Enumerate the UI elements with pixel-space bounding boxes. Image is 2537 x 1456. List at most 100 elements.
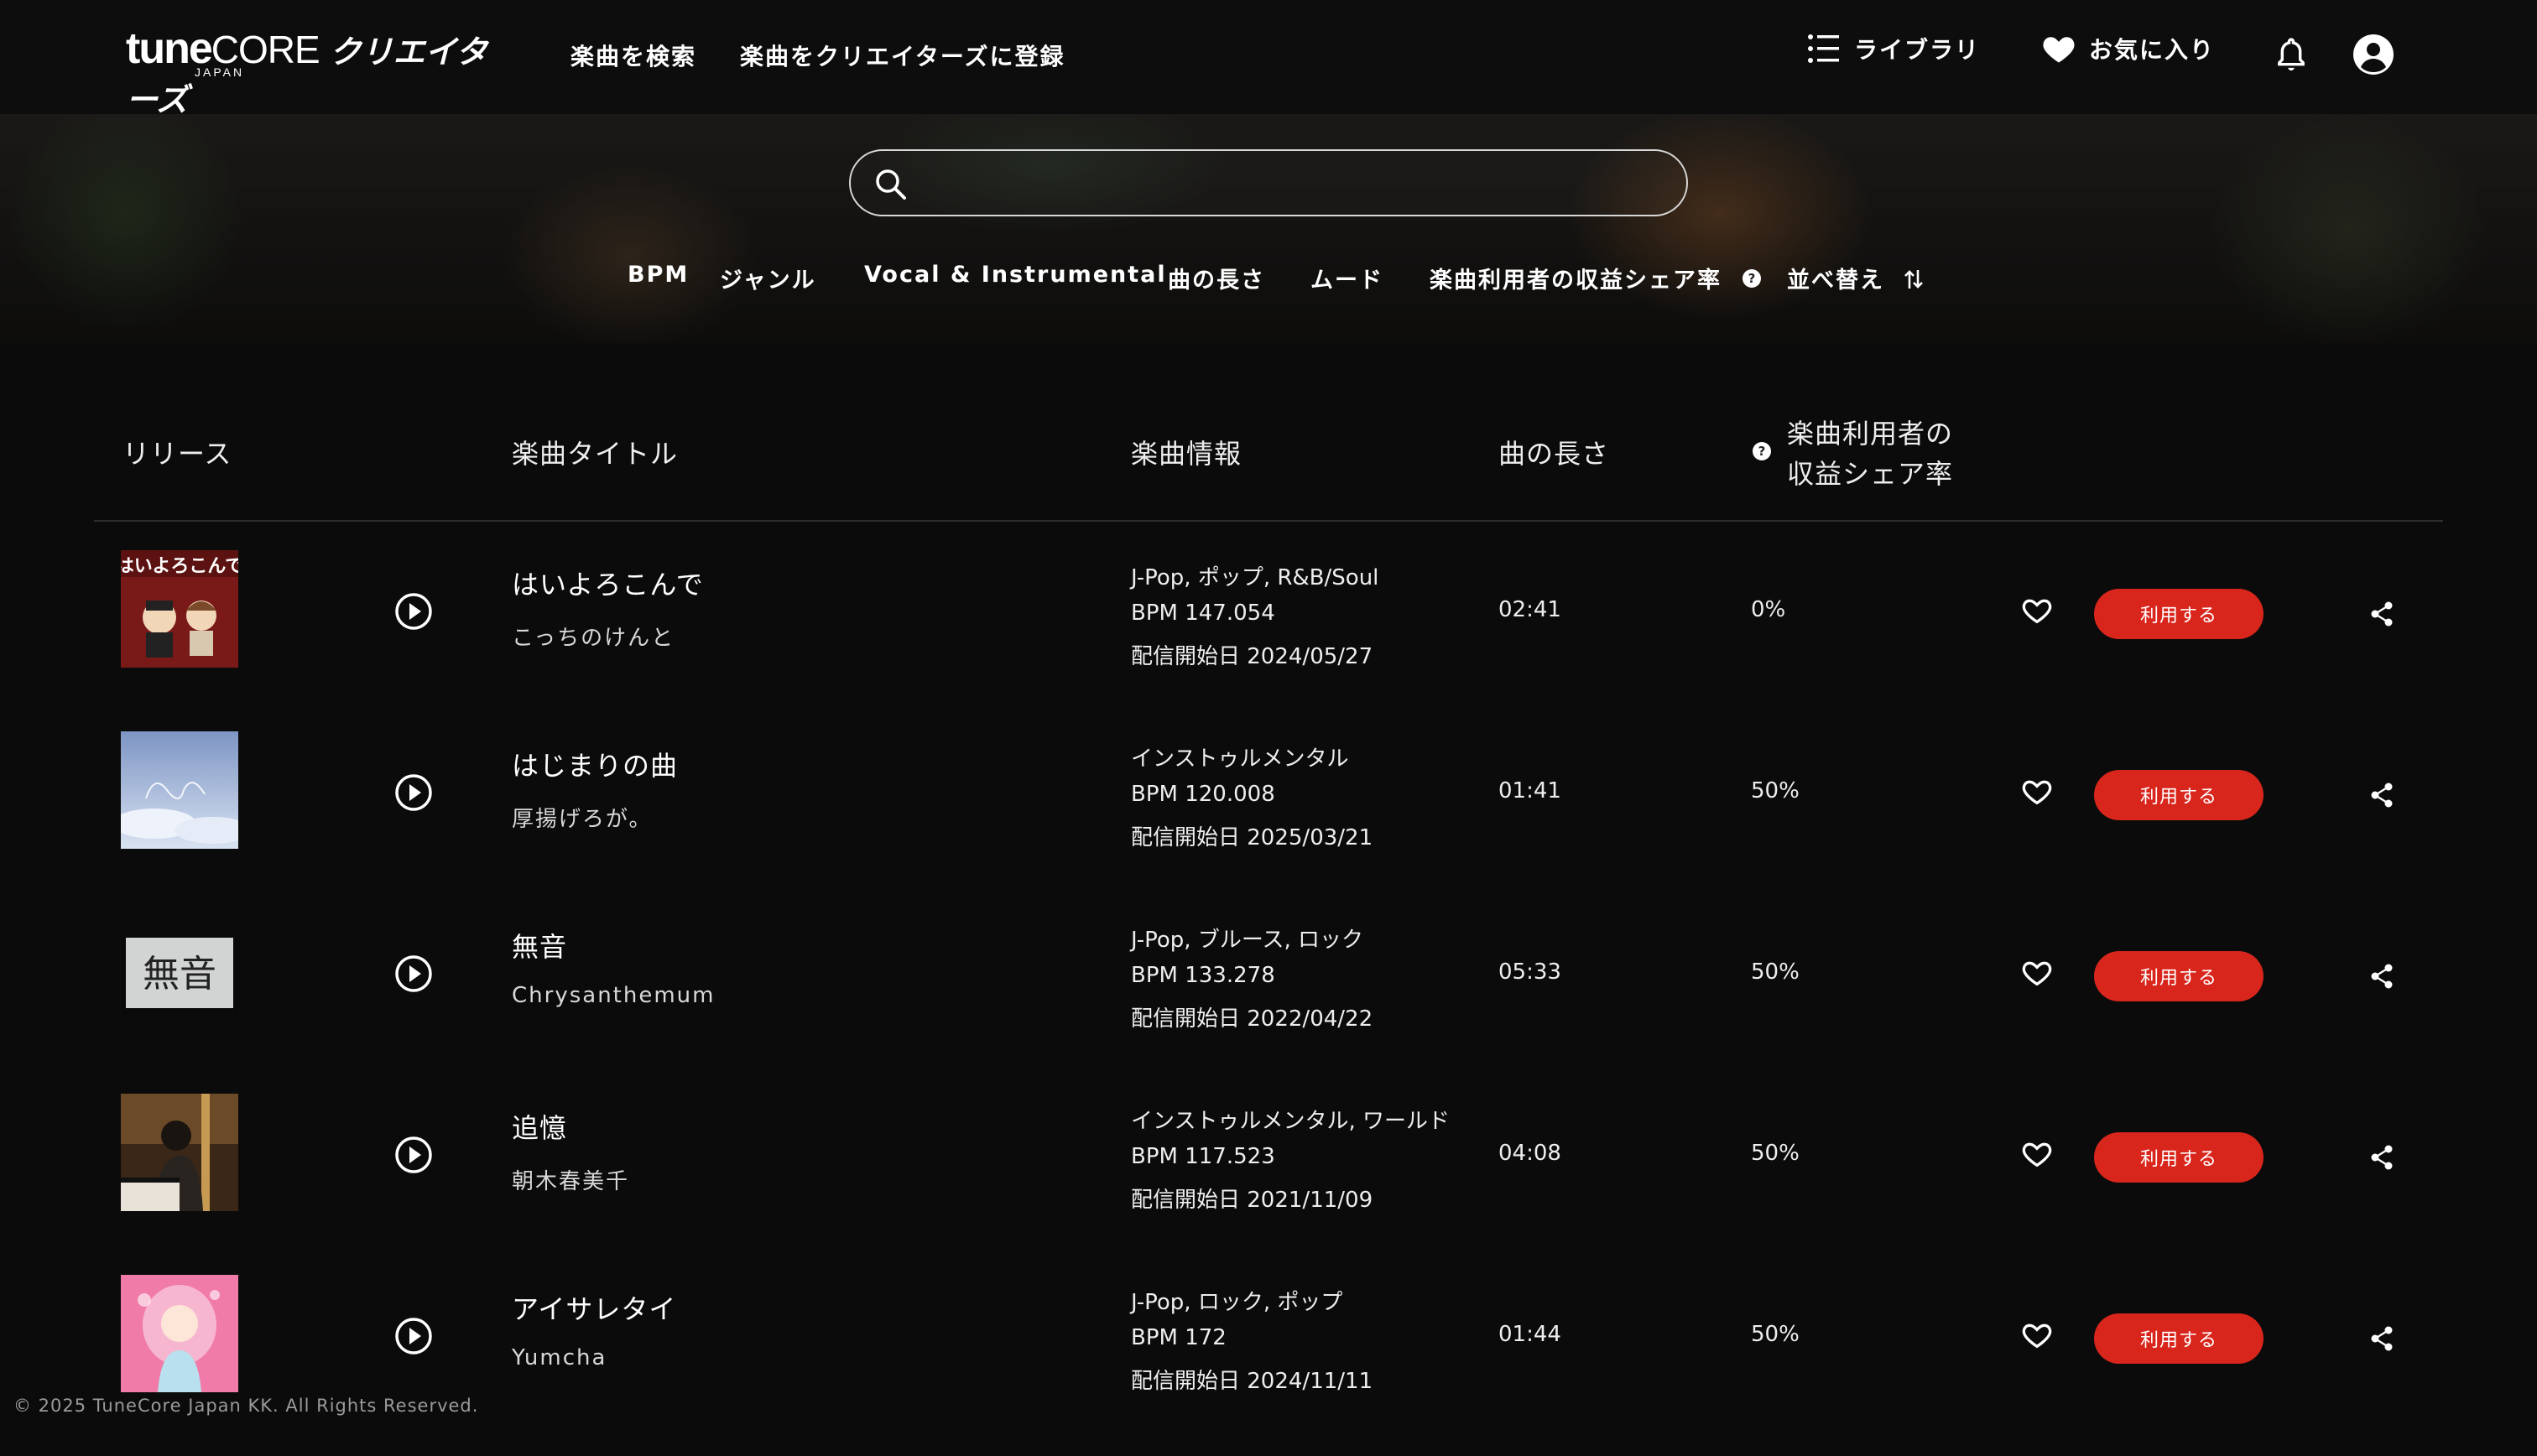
heart-outline-icon[interactable] (2020, 956, 2054, 990)
use-button[interactable]: 利用する (2094, 1132, 2264, 1183)
favorites-link[interactable]: お気に入り (2040, 30, 2215, 67)
filter-mood[interactable]: ムード (1310, 262, 1383, 294)
artist-name[interactable]: Yumcha (512, 1345, 607, 1370)
play-button-icon[interactable] (394, 592, 433, 631)
list-icon (1808, 34, 1839, 63)
table-row[interactable]: はいよろこんで はいよろこんで こっちのけんと J-Pop, ポップ, R&B/… (0, 550, 2537, 731)
song-genres: J-Pop, ロック, ポップ (1131, 1290, 1343, 1315)
song-title[interactable]: 追憶 (512, 1107, 567, 1146)
song-title[interactable]: アイサレタイ (512, 1288, 676, 1327)
table-row[interactable]: はじまりの曲 厚揚げろが。 インストゥルメンタル BPM 120.008 配信開… (0, 731, 2537, 913)
filter-vocal-instrumental[interactable]: Vocal & Instrumental (864, 262, 1167, 288)
header-length[interactable]: 曲の長さ (1498, 433, 1609, 471)
search-icon (876, 169, 906, 200)
use-button[interactable]: 利用する (2094, 770, 2264, 820)
search-input[interactable] (921, 151, 1659, 215)
artist-name[interactable]: 朝木春美千 (512, 1164, 629, 1195)
favorites-label: お気に入り (2089, 36, 2216, 64)
footer-copyright: © 2025 TuneCore Japan KK. All Rights Res… (13, 1396, 479, 1416)
logo-japan: JAPAN (195, 65, 245, 79)
help-icon[interactable]: ? (1752, 441, 1772, 461)
release-date: 配信開始日 2022/04/22 (1131, 1006, 1373, 1032)
header-info: 楽曲情報 (1131, 438, 1242, 470)
release-date: 配信開始日 2021/11/09 (1131, 1188, 1373, 1213)
tunecore-logo[interactable]: tuneCORE クリエイターズ JAPAN (126, 23, 512, 118)
user-avatar-icon[interactable] (2352, 34, 2394, 75)
play-button-icon[interactable] (394, 773, 433, 812)
header-title[interactable]: 楽曲タイトル (512, 433, 678, 471)
share-icon[interactable] (2369, 782, 2394, 809)
header-release: リリース (122, 438, 232, 470)
header-divider (94, 520, 2443, 522)
song-length: 01:44 (1498, 1322, 1561, 1347)
revenue-share-rate: 50% (1751, 778, 1800, 803)
table-row[interactable]: アイサレタイ Yumcha J-Pop, ロック, ポップ BPM 172 配信… (0, 1275, 2537, 1456)
song-bpm: BPM 120.008 (1131, 782, 1275, 807)
song-bpm: BPM 172 (1131, 1325, 1227, 1350)
heart-outline-icon[interactable] (2020, 1137, 2054, 1171)
nav-register-songs[interactable]: 楽曲をクリエイターズに登録 (740, 39, 1065, 72)
header-share-line1: 楽曲利用者の (1787, 418, 1954, 450)
play-button-icon[interactable] (394, 954, 433, 993)
song-title[interactable]: はいよろこんで (512, 564, 704, 602)
heart-icon (2043, 37, 2075, 63)
revenue-share-rate: 0% (1751, 597, 1786, 622)
song-genres: J-Pop, ブルース, ロック (1131, 928, 1364, 953)
filter-length[interactable]: 曲の長さ (1168, 262, 1265, 294)
song-title[interactable]: はじまりの曲 (512, 745, 678, 783)
header-share-line2: 収益シェア率 (1787, 458, 1954, 490)
filter-revenue-share[interactable]: 楽曲利用者の収益シェア率 (1430, 262, 1722, 294)
hero-banner: BPM ジャンル Vocal & Instrumental 曲の長さ ムード 楽… (0, 114, 2537, 344)
use-button[interactable]: 利用する (2094, 589, 2264, 639)
album-art[interactable]: はいよろこんで (121, 550, 238, 668)
song-bpm: BPM 117.523 (1131, 1144, 1275, 1169)
artist-name[interactable]: 厚揚げろが。 (512, 802, 652, 833)
library-link[interactable]: ライブラリ (1805, 30, 1980, 67)
help-icon[interactable]: ? (1742, 268, 1762, 289)
revenue-share-rate: 50% (1751, 959, 1800, 985)
share-icon[interactable] (2369, 963, 2394, 990)
song-bpm: BPM 147.054 (1131, 601, 1275, 626)
svg-text:?: ? (1748, 271, 1756, 286)
revenue-share-rate: 50% (1751, 1141, 1800, 1166)
revenue-share-rate: 50% (1751, 1322, 1800, 1347)
share-icon[interactable] (2369, 1325, 2394, 1352)
song-genres: インストゥルメンタル, ワールド (1131, 1109, 1451, 1134)
heart-outline-icon[interactable] (2020, 594, 2054, 627)
album-art[interactable] (121, 1094, 238, 1211)
filter-genre[interactable]: ジャンル (720, 262, 816, 294)
release-date: 配信開始日 2024/11/11 (1131, 1369, 1373, 1394)
library-label: ライブラリ (1854, 36, 1981, 64)
svg-text:はいよろこんで: はいよろこんで (121, 556, 238, 577)
artist-name[interactable]: Chrysanthemum (512, 983, 715, 1008)
top-navigation-bar: tuneCORE クリエイターズ JAPAN 楽曲を検索 楽曲をクリエイターズに登… (0, 0, 2537, 118)
artist-name[interactable]: こっちのけんと (512, 621, 675, 652)
sort-arrows-icon[interactable] (1903, 267, 1925, 292)
filter-bpm[interactable]: BPM (628, 262, 689, 288)
song-genres: インストゥルメンタル (1131, 746, 1349, 772)
heart-outline-icon[interactable] (2020, 775, 2054, 809)
share-icon[interactable] (2369, 1144, 2394, 1171)
filter-bar: BPM ジャンル Vocal & Instrumental 曲の長さ ムード 楽… (0, 262, 2537, 295)
album-art[interactable] (121, 1275, 238, 1392)
release-date: 配信開始日 2024/05/27 (1131, 644, 1373, 669)
bell-icon[interactable] (2275, 37, 2307, 74)
album-art[interactable]: 無音 (121, 913, 238, 1030)
filter-sort[interactable]: 並べ替え (1787, 262, 1884, 294)
song-title[interactable]: 無音 (512, 926, 567, 965)
nav-search-songs[interactable]: 楽曲を検索 (570, 39, 696, 72)
play-button-icon[interactable] (394, 1136, 433, 1174)
share-icon[interactable] (2369, 601, 2394, 627)
use-button[interactable]: 利用する (2094, 1313, 2264, 1364)
play-button-icon[interactable] (394, 1317, 433, 1355)
album-art[interactable] (121, 731, 238, 849)
use-button[interactable]: 利用する (2094, 951, 2264, 1001)
heart-outline-icon[interactable] (2020, 1318, 2054, 1352)
svg-text:?: ? (1758, 444, 1766, 459)
song-length: 04:08 (1498, 1141, 1561, 1166)
table-row[interactable]: 無音 無音 Chrysanthemum J-Pop, ブルース, ロック BPM… (0, 913, 2537, 1094)
svg-text:無音: 無音 (143, 953, 216, 996)
table-header: リリース 楽曲タイトル 楽曲情報 曲の長さ ? 楽曲利用者の 収益シェア率 (0, 403, 2537, 520)
table-row[interactable]: 追憶 朝木春美千 インストゥルメンタル, ワールド BPM 117.523 配信… (0, 1094, 2537, 1275)
search-box[interactable] (849, 149, 1688, 216)
